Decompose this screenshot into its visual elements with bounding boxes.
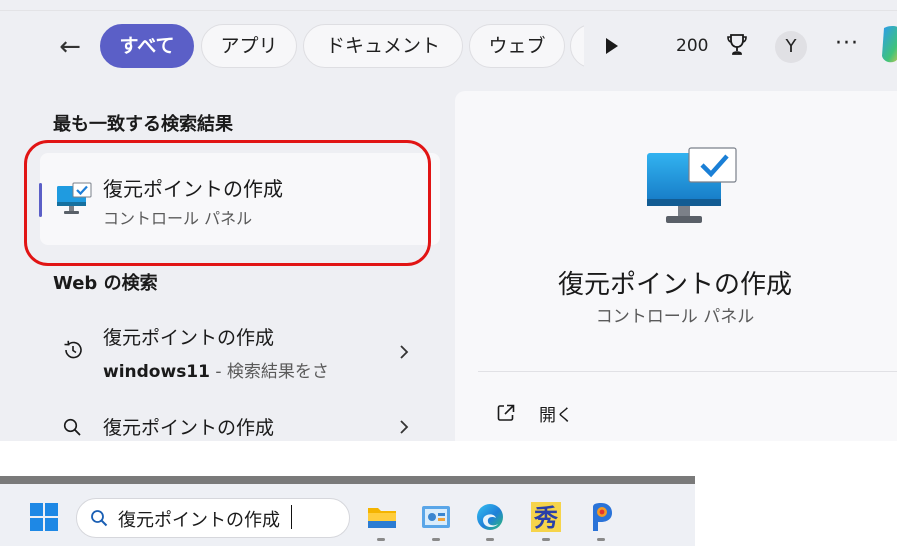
paint-app-icon[interactable] [585, 501, 617, 533]
taskbar-search-value: 復元ポイントの作成 [118, 510, 280, 531]
file-explorer-icon[interactable] [366, 501, 398, 533]
web-result-detail: windows11 - 検索結果をさ [103, 357, 329, 382]
running-indicator [542, 538, 550, 541]
search-icon [63, 418, 81, 436]
rewards-points: 200 [676, 36, 709, 56]
monitor-check-icon [57, 182, 92, 214]
web-search-heading: Web の検索 [53, 273, 158, 294]
control-panel-icon[interactable] [420, 501, 452, 533]
divider [478, 371, 897, 372]
web-result-keyword: windows11 [103, 362, 210, 382]
web-result-query: 復元ポイントの作成 [103, 417, 275, 439]
user-avatar[interactable]: Y [775, 31, 807, 63]
preview-title: 復元ポイントの作成 [557, 270, 792, 300]
tab-all[interactable]: すべて [100, 24, 194, 68]
more-icon[interactable]: ··· [832, 30, 862, 60]
best-match-subtitle: コントロール パネル [103, 209, 253, 228]
chevron-right-icon[interactable] [398, 419, 410, 435]
open-action[interactable]: 開く [539, 401, 573, 426]
tab-documents[interactable]: ドキュメント [303, 24, 463, 68]
history-icon [64, 340, 82, 359]
web-result-query: 復元ポイントの作成 [103, 327, 275, 349]
best-match-title: 復元ポイントの作成 [103, 177, 283, 201]
tab-apps[interactable]: アプリ [201, 24, 297, 68]
best-match-heading: 最も一致する検索結果 [53, 114, 233, 135]
web-result-hint: - 検索結果をさ [209, 362, 329, 382]
running-indicator [597, 538, 605, 541]
running-indicator [377, 538, 385, 541]
monitor-check-icon [647, 147, 737, 223]
panel-top-border [0, 10, 897, 11]
tab-web[interactable]: ウェブ [469, 24, 565, 68]
running-indicator [486, 538, 494, 541]
open-external-icon[interactable] [496, 403, 516, 423]
tab-overflow-fragment [570, 24, 584, 68]
running-indicator [432, 538, 440, 541]
kanji-app-icon[interactable]: 秀 [530, 501, 562, 533]
search-icon [91, 510, 108, 527]
preview-subtitle: コントロール パネル [595, 307, 755, 327]
copilot-icon[interactable] [878, 22, 897, 66]
taskbar-top-border [0, 476, 695, 484]
play-icon[interactable] [604, 36, 620, 56]
edge-icon[interactable] [474, 501, 506, 533]
search-panel: ← すべて アプリ ドキュメント ウェブ 200 Y ··· 最も一致する検索結… [0, 0, 897, 441]
windows-start-icon[interactable] [29, 502, 59, 532]
svg-text:秀: 秀 [533, 504, 558, 532]
text-caret [291, 505, 292, 529]
selection-indicator [39, 183, 42, 217]
back-arrow-icon[interactable]: ← [54, 31, 86, 63]
chevron-right-icon[interactable] [398, 344, 410, 360]
trophy-icon[interactable] [726, 32, 748, 58]
